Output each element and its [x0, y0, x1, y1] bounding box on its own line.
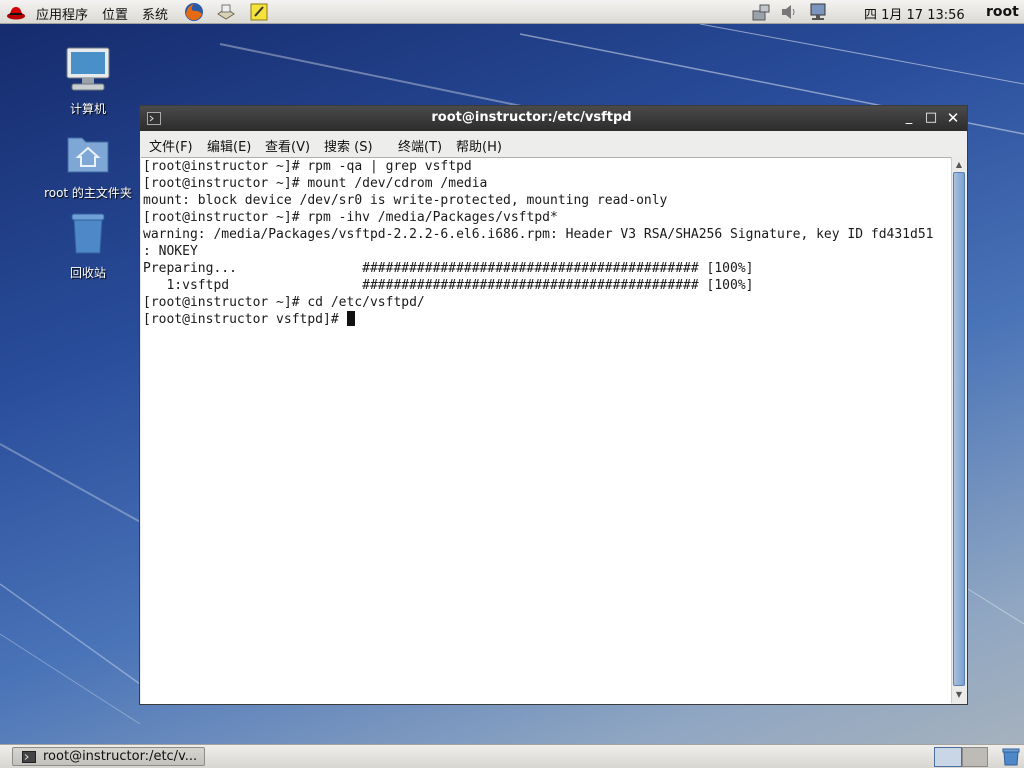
top-panel: 应用程序 位置 系统 四 1月 17 13:56 root — [0, 0, 1024, 24]
terminal-line: [root@instructor ~]# rpm -ihv /media/Pac… — [143, 210, 558, 225]
desktop-icon-label: 回收站 — [69, 266, 106, 280]
bottom-panel: root@instructor:/etc/v... — [0, 744, 1024, 768]
menu-system[interactable]: 系统 — [142, 4, 168, 23]
computer-icon — [66, 47, 110, 91]
clock[interactable]: 四 1月 17 13:56 — [864, 4, 965, 23]
terminal-line: mount: block device /dev/sr0 is write-pr… — [143, 193, 668, 208]
menu-search[interactable]: 搜索 (S) — [324, 136, 373, 155]
menu-help[interactable]: 帮助(H) — [456, 136, 502, 155]
scroll-down-arrow-icon[interactable]: ▼ — [953, 688, 965, 701]
desktop-icon-home-folder[interactable]: root 的主文件夹 — [38, 130, 138, 201]
network-manager-icon[interactable] — [808, 2, 828, 22]
scroll-up-arrow-icon[interactable]: ▲ — [953, 158, 965, 171]
terminal-line: 1:vsftpd ###############################… — [143, 278, 754, 293]
menu-edit[interactable]: 编辑(E) — [207, 136, 251, 155]
user-menu[interactable]: root — [986, 4, 1019, 20]
email-launcher-icon[interactable] — [216, 2, 236, 22]
minimize-button[interactable]: _ — [900, 109, 918, 127]
terminal-menubar: 文件(F) 编辑(E) 查看(V) 搜索 (S) 终端(T) 帮助(H) — [140, 131, 967, 157]
vertical-scrollbar[interactable]: ▲ ▼ — [951, 157, 966, 703]
desktop-icon-trash[interactable]: 回收站 — [38, 210, 138, 281]
terminal-line: [root@instructor ~]# rpm -qa | grep vsft… — [143, 159, 472, 174]
menu-places[interactable]: 位置 — [102, 4, 128, 23]
maximize-button[interactable]: □ — [922, 109, 940, 127]
scrollbar-thumb[interactable] — [953, 172, 965, 686]
terminal-prompt: [root@instructor vsftpd]# — [143, 312, 347, 327]
redhat-logo-icon[interactable] — [6, 2, 26, 22]
menu-file[interactable]: 文件(F) — [149, 136, 193, 155]
terminal-window: root@instructor:/etc/vsftpd _ □ ✕ 文件(F) … — [139, 105, 968, 705]
home-folder-icon — [67, 137, 109, 173]
firefox-launcher-icon[interactable] — [184, 2, 204, 22]
terminal-line: Preparing... ###########################… — [143, 261, 754, 276]
terminal-cursor — [346, 311, 355, 326]
menu-terminal[interactable]: 终端(T) — [398, 136, 442, 155]
notes-launcher-icon[interactable] — [249, 2, 269, 22]
workspace-1[interactable] — [934, 747, 962, 767]
trash-icon — [71, 213, 105, 254]
terminal-line: [root@instructor ~]# mount /dev/cdrom /m… — [143, 176, 488, 191]
window-titlebar[interactable]: root@instructor:/etc/vsftpd _ □ ✕ — [140, 106, 967, 131]
terminal-output[interactable]: [root@instructor ~]# rpm -qa | grep vsft… — [141, 157, 951, 704]
menu-view[interactable]: 查看(V) — [265, 136, 310, 155]
trash-applet-icon[interactable] — [1001, 747, 1021, 767]
terminal-line: warning: /media/Packages/vsftpd-2.2.2-6.… — [143, 227, 934, 242]
workspace-2[interactable] — [962, 747, 988, 767]
volume-icon[interactable] — [779, 2, 799, 22]
terminal-line: [root@instructor ~]# cd /etc/vsftpd/ — [143, 295, 425, 310]
desktop-icon-label: 计算机 — [69, 102, 106, 116]
terminal-icon — [22, 751, 36, 763]
window-title: root@instructor:/etc/vsftpd — [431, 110, 632, 125]
menu-applications[interactable]: 应用程序 — [36, 4, 88, 23]
desktop-icon-label: root 的主文件夹 — [44, 186, 132, 200]
taskbar-window-label: root@instructor:/etc/v... — [43, 749, 198, 764]
desktop-icon-computer[interactable]: 计算机 — [38, 46, 138, 117]
terminal-line: : NOKEY — [143, 244, 198, 259]
close-button[interactable]: ✕ — [944, 109, 962, 127]
taskbar-window-button[interactable]: root@instructor:/etc/v... — [12, 747, 205, 766]
network-status-icon[interactable] — [751, 2, 771, 22]
